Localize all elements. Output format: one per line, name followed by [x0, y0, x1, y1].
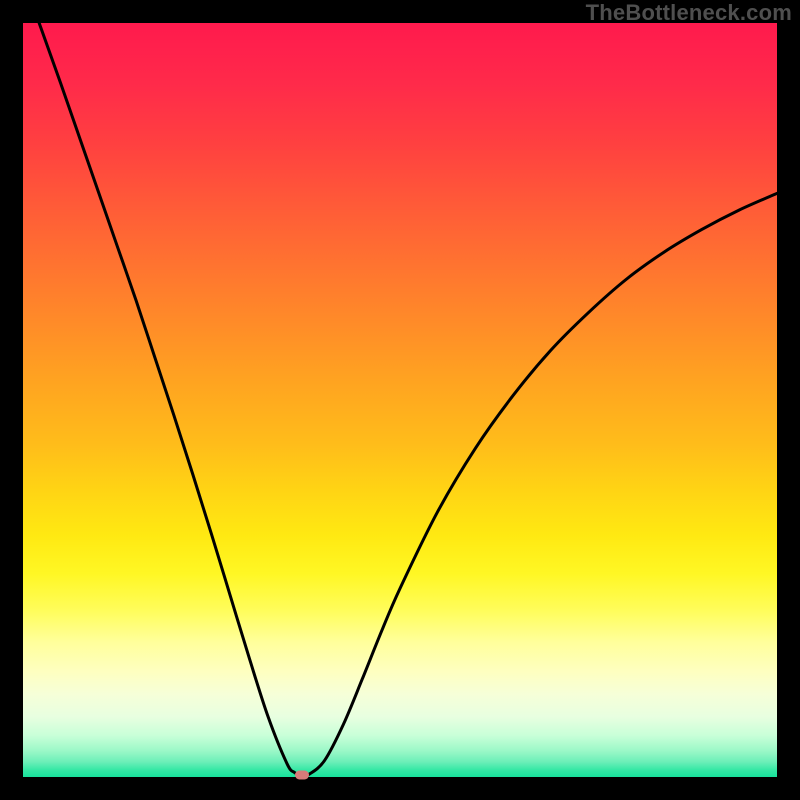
- optimal-point-marker: [295, 771, 309, 780]
- chart-frame: [23, 23, 777, 777]
- bottleneck-curve: [23, 23, 777, 777]
